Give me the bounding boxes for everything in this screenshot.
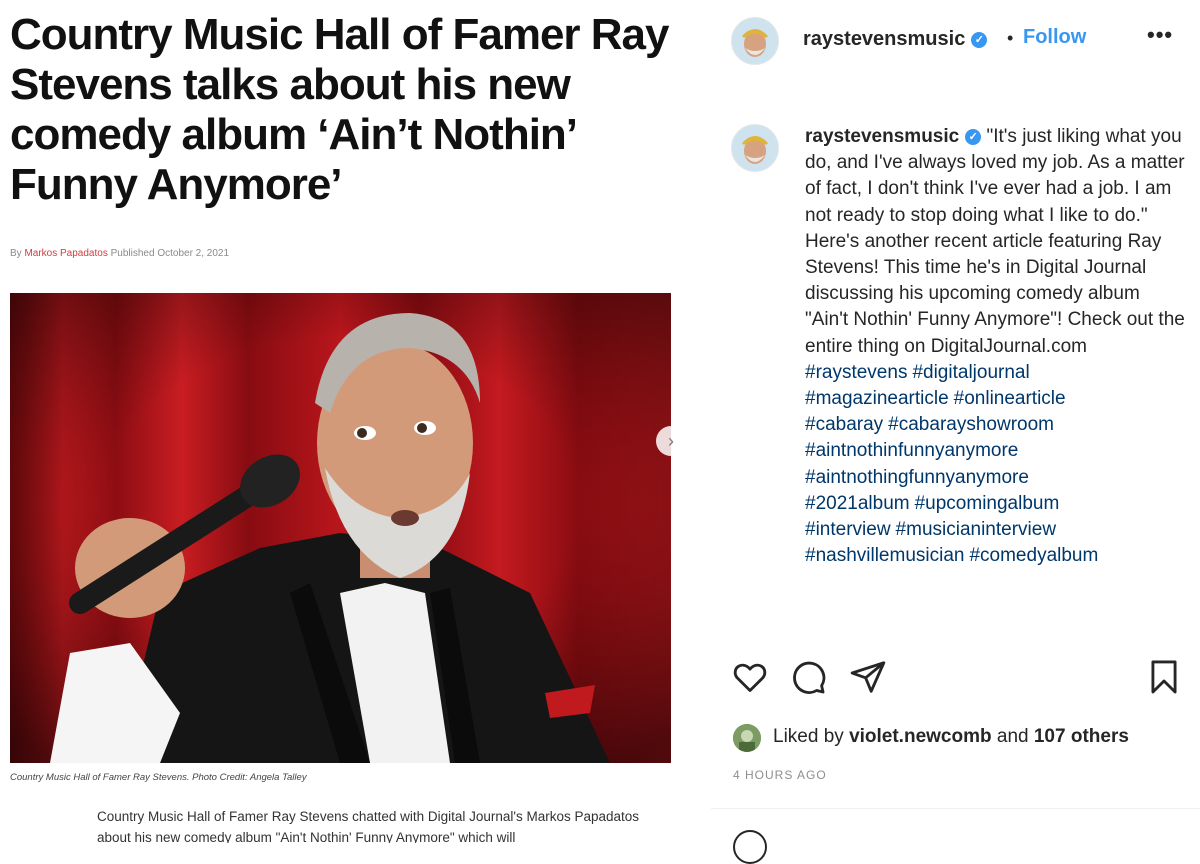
comment-icon[interactable] [789, 658, 827, 696]
hashtag-link[interactable]: #digitaljournal [912, 362, 1029, 383]
hashtag-link[interactable]: #aintnothingfunnyanymore [805, 467, 1029, 488]
hashtag-link[interactable]: #interview [805, 519, 891, 540]
article-published-date: Published October 2, 2021 [110, 248, 230, 259]
photo-caption: Country Music Hall of Famer Ray Stevens.… [10, 772, 307, 783]
header-username-text[interactable]: raystevensmusic [803, 28, 965, 50]
byline-prefix: By [10, 248, 22, 259]
hashtag-link[interactable]: #cabarayshowroom [888, 414, 1054, 435]
post-image[interactable]: Country Music Hall of Famer Ray Stevens … [0, 0, 710, 843]
hashtag-link[interactable]: #onlinearticle [954, 388, 1066, 409]
verified-badge-icon: ✓ [971, 32, 988, 48]
header-username[interactable]: raystevensmusic ✓ [803, 28, 988, 51]
next-image-arrow[interactable]: › [656, 426, 686, 456]
likes-text: Liked by violet.newcomb and 107 others [773, 726, 1129, 748]
hashtag-link[interactable]: #cabaray [805, 414, 883, 435]
article-body: Country Music Hall of Famer Ray Stevens … [97, 809, 640, 843]
post-sidebar: raystevensmusic ✓ • Follow ••• raystevens… [711, 0, 1200, 864]
hashtag-list: #raystevens #digitaljournal #magazinearti… [805, 360, 1185, 570]
caption-username[interactable]: raystevensmusic [805, 126, 959, 147]
more-options-icon[interactable]: ••• [1147, 22, 1173, 48]
article-byline: By Markos Papadatos Published October 2,… [10, 248, 229, 259]
article-author: Markos Papadatos [24, 248, 108, 259]
bookmark-icon[interactable] [1145, 658, 1183, 696]
hashtag-link[interactable]: #nashvillemusician [805, 545, 964, 566]
separator-dot: • [1007, 28, 1014, 48]
caption-verified-badge-icon: ✓ [965, 129, 982, 145]
follow-button[interactable]: Follow [1023, 26, 1086, 49]
caption-avatar[interactable] [731, 124, 779, 172]
hashtag-link[interactable]: #upcomingalbum [915, 493, 1060, 514]
hashtag-link[interactable]: #raystevens [805, 362, 907, 383]
divider [711, 808, 1200, 809]
heart-icon[interactable] [731, 658, 769, 696]
liker-avatar[interactable] [733, 724, 761, 752]
hashtag-link[interactable]: #magazinearticle [805, 388, 949, 409]
paper-plane-icon[interactable] [849, 658, 887, 696]
post-caption: raystevensmusic ✓ "It's just liking what … [805, 124, 1185, 569]
article-photo [10, 293, 671, 763]
post-actions [731, 658, 1181, 698]
profile-avatar[interactable] [731, 17, 779, 65]
hashtag-link[interactable]: #comedyalbum [969, 545, 1098, 566]
likes-prefix: Liked by [773, 726, 844, 747]
hashtag-link[interactable]: #aintnothinfunnyanymore [805, 440, 1018, 461]
likes-others-link[interactable]: 107 others [1034, 726, 1129, 747]
hashtag-link[interactable]: #2021album [805, 493, 910, 514]
likes-joiner: and [996, 726, 1029, 747]
caption-text: "It's just liking what you do, and I've … [805, 126, 1185, 357]
liker-username[interactable]: violet.newcomb [849, 726, 992, 747]
hashtag-link[interactable]: #musicianinterview [896, 519, 1057, 540]
emoji-icon[interactable] [733, 830, 767, 864]
article-headline: Country Music Hall of Famer Ray Stevens … [10, 10, 669, 209]
post-timestamp[interactable]: 4 HOURS AGO [733, 768, 827, 782]
